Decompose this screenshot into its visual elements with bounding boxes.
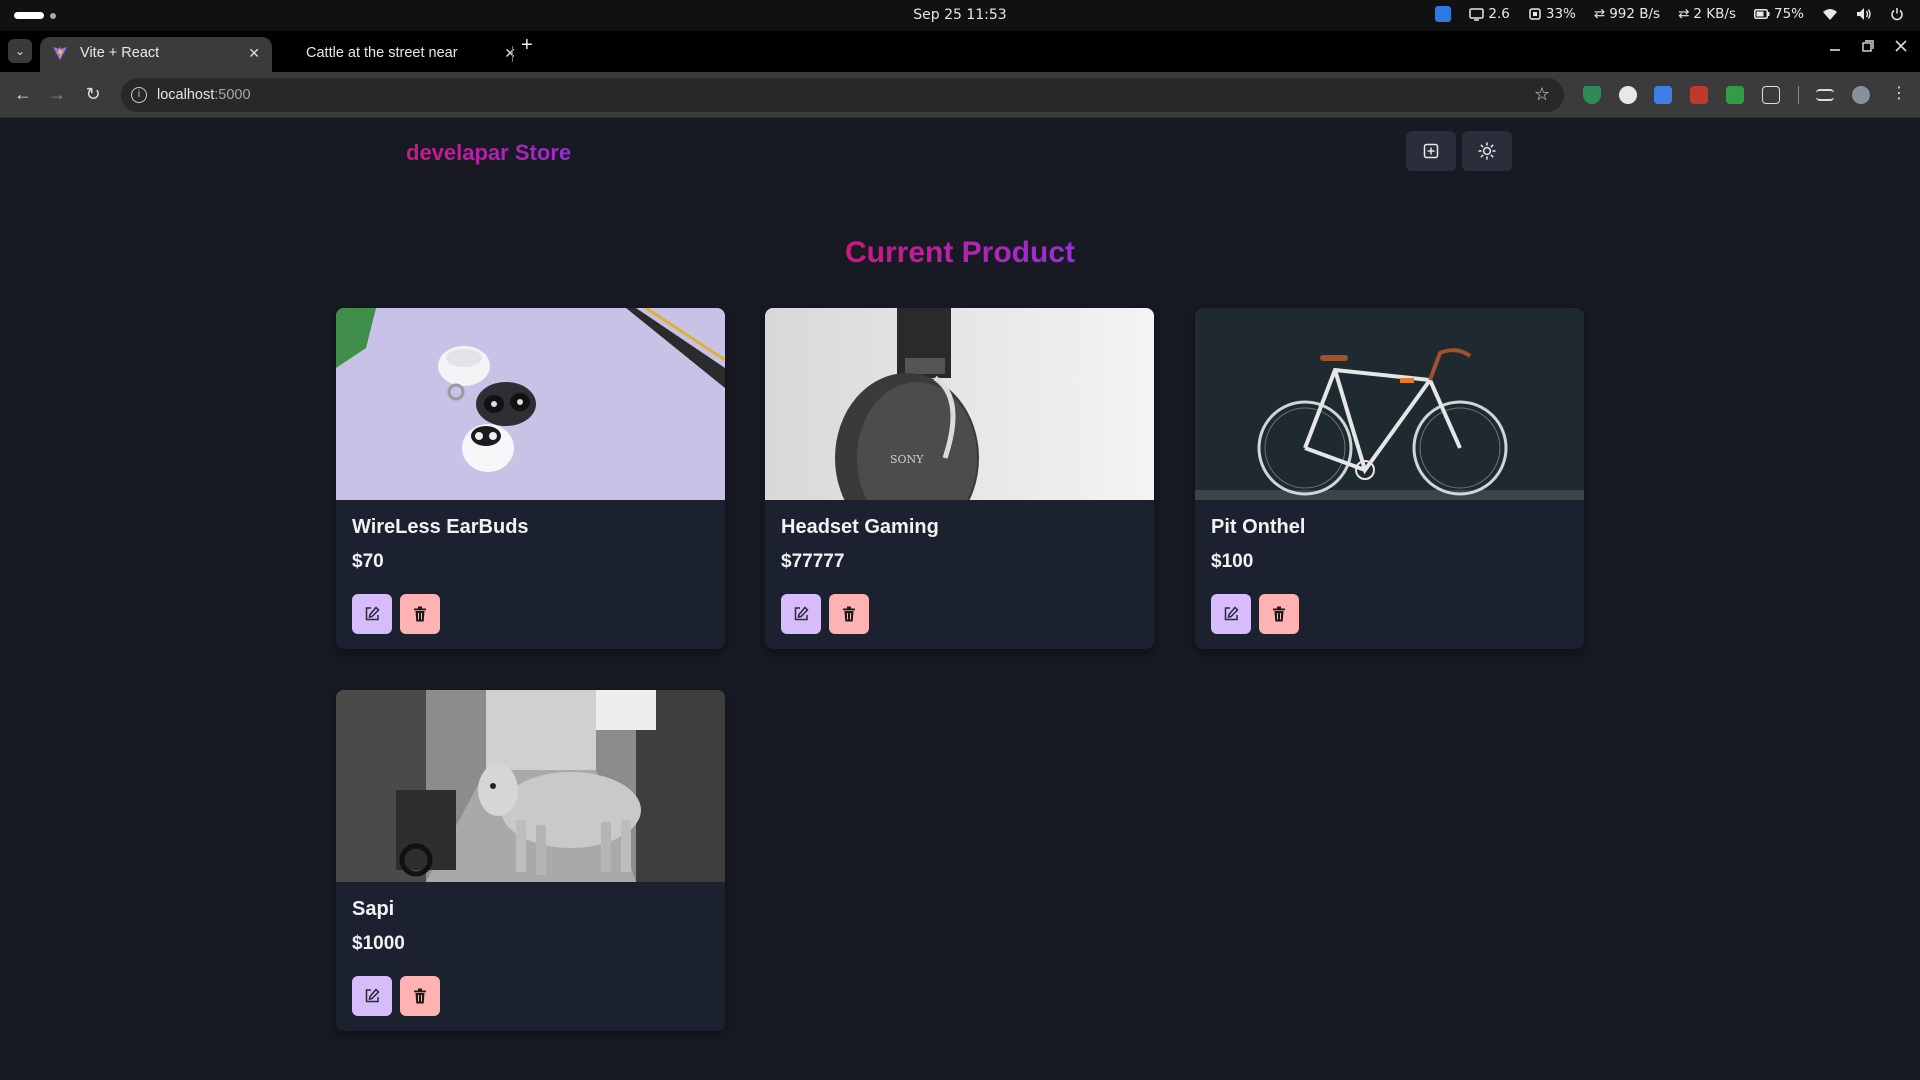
svg-text:SONY: SONY — [890, 453, 924, 466]
product-image — [336, 690, 725, 882]
close-tab-icon[interactable]: ✕ — [504, 45, 516, 62]
trash-icon — [843, 606, 855, 622]
product-card: Sapi $1000 — [336, 690, 725, 1031]
add-extension-icon[interactable] — [1619, 86, 1637, 104]
edit-icon — [1224, 606, 1239, 621]
site-info-icon[interactable]: i — [131, 87, 147, 103]
tab-cattle-image[interactable]: Cattle at the street near ✕ — [294, 37, 526, 72]
network-down-indicator[interactable]: ⇄ 992 B/s — [1594, 6, 1660, 22]
product-price: $70 — [352, 551, 384, 572]
product-price: $100 — [1211, 551, 1254, 572]
forward-arrow-icon[interactable]: → — [46, 84, 68, 105]
minimize-window-icon[interactable] — [1829, 39, 1841, 55]
power-icon[interactable] — [1890, 7, 1904, 21]
menu-kebab-icon[interactable]: ⋮ — [1888, 83, 1910, 103]
edit-product-button[interactable] — [781, 594, 821, 634]
product-name: Pit Onthel — [1211, 516, 1306, 538]
trash-icon — [414, 606, 426, 622]
delete-product-button[interactable] — [829, 594, 869, 634]
green-extension-icon[interactable] — [1726, 86, 1744, 104]
edit-icon — [365, 606, 380, 621]
product-card: Pit Onthel $100 — [1195, 308, 1584, 649]
battery-icon — [1753, 9, 1770, 19]
trash-icon — [414, 988, 426, 1004]
plus-square-icon — [1423, 143, 1439, 159]
page-title: Current Product — [844, 236, 1075, 269]
os-top-bar: Sep 25 11:53 2.6 33% ⇄ 992 B/s ⇄ 2 KB/s 75… — [0, 0, 1920, 31]
volume-icon[interactable] — [1856, 7, 1872, 21]
product-price: $1000 — [352, 933, 405, 954]
product-image: SONY — [765, 308, 1154, 500]
tab-label: Cattle at the street near — [306, 45, 458, 61]
puzzle-extensions-icon[interactable] — [1762, 86, 1780, 104]
address-bar[interactable]: i localhost:5000 ☆ — [121, 78, 1564, 112]
browser-tab-strip: ⌄ Vite + React ✕ Cattle at the street ne… — [0, 31, 1920, 72]
product-price: $77777 — [781, 551, 845, 572]
system-tray: 2.6 33% ⇄ 992 B/s ⇄ 2 KB/s 75% — [1435, 6, 1904, 22]
product-name: Sapi — [352, 898, 395, 920]
back-arrow-icon[interactable]: ← — [12, 84, 34, 105]
transfer-icon: ⇄ — [1678, 6, 1690, 22]
recorder-extension-icon[interactable] — [1690, 86, 1708, 104]
sun-icon — [1478, 142, 1496, 160]
browser-toolbar: ← → ↻ i localhost:5000 ☆ ⋮ — [0, 72, 1920, 118]
edit-product-button[interactable] — [352, 976, 392, 1016]
close-window-icon[interactable] — [1895, 39, 1907, 55]
close-tab-icon[interactable]: ✕ — [248, 45, 260, 62]
edit-product-button[interactable] — [1211, 594, 1251, 634]
translate-extension-icon[interactable] — [1654, 86, 1672, 104]
reload-icon[interactable]: ↻ — [82, 84, 104, 105]
product-image — [1195, 308, 1584, 500]
product-card: SONY Headset Gaming $77777 — [765, 308, 1154, 649]
toolbar-divider — [1798, 86, 1799, 104]
url-text[interactable]: localhost:5000 — [157, 87, 251, 103]
create-product-button[interactable] — [1406, 131, 1456, 171]
restore-window-icon[interactable] — [1862, 39, 1874, 55]
tab-vite-react[interactable]: Vite + React ✕ — [40, 37, 272, 72]
edit-icon — [794, 606, 809, 621]
delete-product-button[interactable] — [400, 594, 440, 634]
edit-product-button[interactable] — [352, 594, 392, 634]
product-name: Headset Gaming — [781, 516, 939, 538]
tab-search-chevron-icon[interactable]: ⌄ — [8, 39, 32, 63]
product-image — [336, 308, 725, 500]
delete-product-button[interactable] — [400, 976, 440, 1016]
display-indicator[interactable]: 2.6 — [1469, 6, 1510, 22]
product-name: WireLess EarBuds — [352, 516, 529, 538]
edit-icon — [365, 988, 380, 1003]
trash-icon — [1273, 606, 1285, 622]
theme-toggle-button[interactable] — [1462, 131, 1512, 171]
bookmark-star-icon[interactable]: ☆ — [1534, 84, 1550, 105]
vite-favicon-icon — [53, 46, 67, 60]
tab-separator — [512, 46, 513, 62]
cpu-icon — [1529, 8, 1541, 20]
new-tab-plus-icon[interactable]: + — [521, 34, 533, 57]
profile-avatar[interactable] — [1852, 86, 1870, 104]
app-root: develapar Store Current Product WireLess… — [0, 119, 1920, 1080]
tab-label: Vite + React — [80, 45, 160, 61]
product-card: WireLess EarBuds $70 — [336, 308, 725, 649]
media-queue-icon[interactable] — [1816, 89, 1834, 101]
monitor-icon — [1469, 7, 1485, 21]
shield-extension-icon[interactable] — [1583, 86, 1601, 104]
battery-indicator[interactable]: 75% — [1753, 6, 1804, 22]
network-up-indicator[interactable]: ⇄ 2 KB/s — [1678, 6, 1736, 22]
delete-product-button[interactable] — [1259, 594, 1299, 634]
transfer-icon: ⇄ — [1593, 6, 1606, 22]
wifi-icon[interactable] — [1822, 8, 1838, 21]
tray-app-icon[interactable] — [1435, 6, 1452, 22]
brand-logo[interactable]: develapar Store — [406, 140, 571, 166]
cpu-indicator[interactable]: 33% — [1528, 6, 1576, 22]
